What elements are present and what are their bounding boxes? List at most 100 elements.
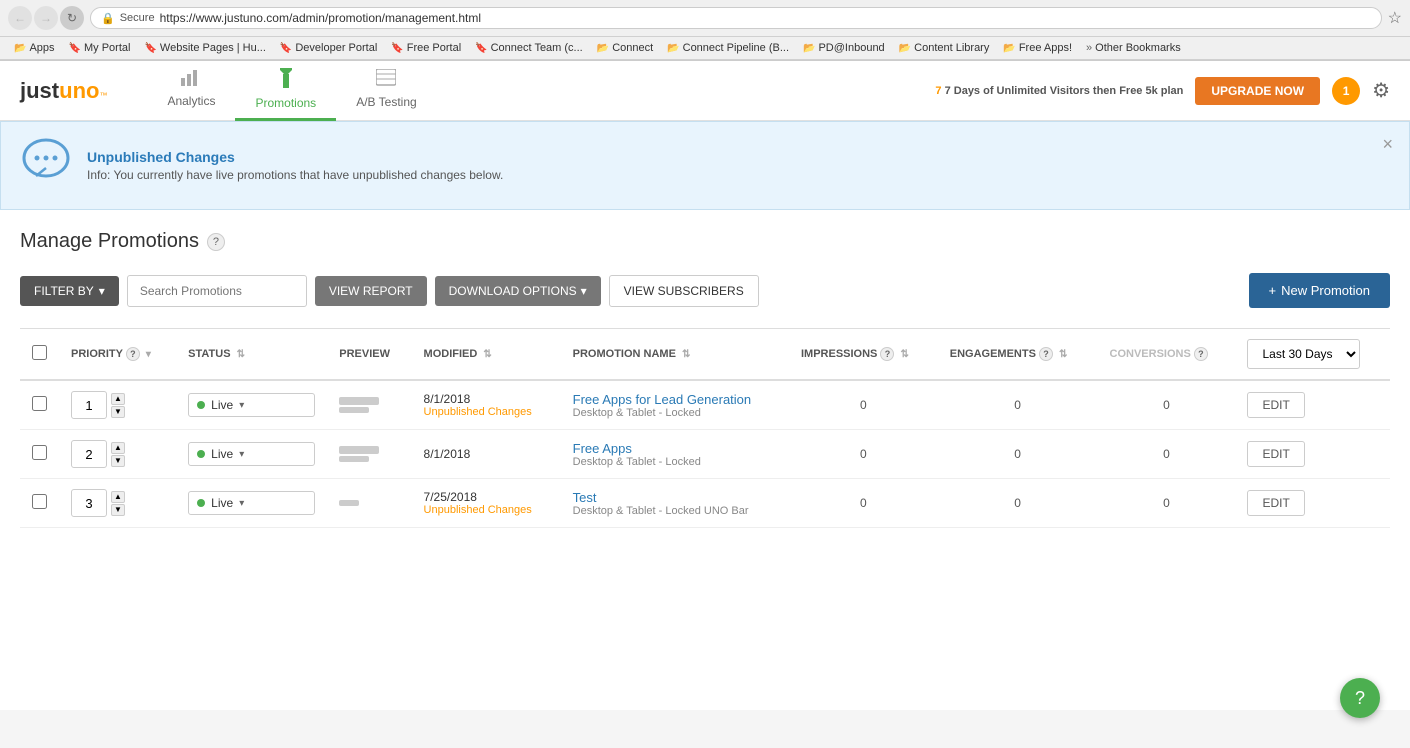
- row2-status-cell: Live ▾: [176, 430, 327, 479]
- th-impressions: IMPRESSIONS ? ⇅: [789, 329, 938, 381]
- bookmark-developer-portal[interactable]: 🔖 Developer Portal: [274, 40, 383, 56]
- more-bookmarks-label: »: [1086, 42, 1092, 54]
- row1-status-cell: Live ▾: [176, 380, 327, 430]
- view-report-button[interactable]: VIEW REPORT: [315, 276, 427, 306]
- free-bookmark-icon: 🔖: [391, 43, 403, 54]
- new-promotion-button[interactable]: + New Promotion: [1249, 273, 1390, 308]
- bookmark-content-library[interactable]: 📂 Content Library: [893, 40, 996, 56]
- address-bar[interactable]: 🔒 Secure https://www.justuno.com/admin/p…: [90, 7, 1382, 29]
- row3-priority-input[interactable]: [71, 489, 107, 517]
- status-sort-icon[interactable]: ⇅: [237, 349, 245, 360]
- bookmark-apps[interactable]: 📂 Apps: [8, 40, 61, 56]
- row3-edit-cell: EDIT: [1235, 479, 1390, 528]
- row1-preview-bar1: [339, 397, 379, 405]
- alert-chat-icon: [21, 138, 71, 193]
- reload-button[interactable]: ↻: [60, 6, 84, 30]
- row1-status-select[interactable]: Live ▾: [188, 393, 315, 417]
- row3-conversions-cell: 0: [1098, 479, 1236, 528]
- bookmark-website-pages[interactable]: 🔖 Website Pages | Hu...: [138, 40, 271, 56]
- select-all-checkbox[interactable]: [32, 345, 47, 360]
- row1-checkbox[interactable]: [32, 396, 47, 411]
- row3-preview-bar: [339, 500, 359, 506]
- tab-ab-testing[interactable]: A/B Testing: [336, 61, 436, 121]
- row1-edit-button[interactable]: EDIT: [1247, 392, 1304, 418]
- th-engagements: ENGAGEMENTS ? ⇅: [938, 329, 1098, 381]
- tab-analytics[interactable]: Analytics: [147, 61, 235, 121]
- priority-sort-icon[interactable]: ▾: [146, 349, 151, 360]
- promotions-icon: [278, 68, 294, 93]
- bookmark-my-portal[interactable]: 🔖 My Portal: [63, 40, 137, 56]
- row2-priority-input[interactable]: [71, 440, 107, 468]
- pipeline-bookmark-icon: 📂: [667, 43, 679, 54]
- row1-priority-control: ▲ ▼: [71, 391, 164, 419]
- row2-status-select[interactable]: Live ▾: [188, 442, 315, 466]
- row3-checkbox[interactable]: [32, 494, 47, 509]
- bookmark-free-portal[interactable]: 🔖 Free Portal: [385, 40, 467, 56]
- th-preview-label: PREVIEW: [339, 348, 390, 360]
- notification-badge[interactable]: 1: [1332, 77, 1360, 105]
- row1-preview-cell: [327, 380, 411, 430]
- alert-close-button[interactable]: ×: [1382, 134, 1393, 155]
- row1-priority-up[interactable]: ▲: [111, 393, 125, 405]
- row3-status-select[interactable]: Live ▾: [188, 491, 315, 515]
- modified-sort-icon[interactable]: ⇅: [483, 349, 491, 360]
- table-row: ▲ ▼ Live ▾: [20, 479, 1390, 528]
- alert-banner: Unpublished Changes Info: You currently …: [0, 121, 1410, 210]
- row2-priority-cell: ▲ ▼: [59, 430, 176, 479]
- row1-priority-down[interactable]: ▼: [111, 406, 125, 418]
- bookmark-pd-inbound[interactable]: 📂 PD@Inbound: [797, 40, 891, 56]
- search-input[interactable]: [127, 275, 307, 307]
- row3-promotion-name[interactable]: Test: [573, 490, 777, 505]
- row2-promotion-name[interactable]: Free Apps: [573, 441, 777, 456]
- row2-priority-down[interactable]: ▼: [111, 455, 125, 467]
- row1-edit-cell: EDIT: [1235, 380, 1390, 430]
- row3-preview-image: [339, 500, 399, 506]
- priority-help-icon[interactable]: ?: [126, 347, 140, 361]
- row3-priority-up[interactable]: ▲: [111, 491, 125, 503]
- bookmark-more[interactable]: » Other Bookmarks: [1080, 40, 1187, 56]
- bookmark-free-apps[interactable]: 📂 Free Apps!: [997, 40, 1078, 56]
- row1-preview-image: [339, 397, 399, 413]
- row2-edit-cell: EDIT: [1235, 430, 1390, 479]
- date-filter-select[interactable]: Last 30 Days Last 7 Days Last 90 Days: [1247, 339, 1360, 369]
- star-icon[interactable]: ☆: [1388, 8, 1402, 28]
- upgrade-notice: 7 7 Days of Unlimited Visitors then Free…: [935, 85, 1183, 97]
- row3-priority-cell: ▲ ▼: [59, 479, 176, 528]
- conversions-help-icon[interactable]: ?: [1194, 347, 1208, 361]
- engagements-sort-icon[interactable]: ⇅: [1059, 349, 1067, 360]
- row2-edit-button[interactable]: EDIT: [1247, 441, 1304, 467]
- analytics-icon: [181, 70, 201, 91]
- back-button[interactable]: ←: [8, 6, 32, 30]
- engagements-help-icon[interactable]: ?: [1039, 347, 1053, 361]
- promotion-name-sort-icon[interactable]: ⇅: [682, 349, 690, 360]
- tab-promotions[interactable]: Promotions: [235, 61, 336, 121]
- row3-edit-button[interactable]: EDIT: [1247, 490, 1304, 516]
- row2-checkbox[interactable]: [32, 445, 47, 460]
- page-title-help-icon[interactable]: ?: [207, 233, 225, 251]
- filter-by-button[interactable]: FILTER BY ▾: [20, 276, 119, 306]
- impressions-sort-icon[interactable]: ⇅: [901, 349, 909, 360]
- row1-priority-input[interactable]: [71, 391, 107, 419]
- th-date-filter: Last 30 Days Last 7 Days Last 90 Days: [1235, 329, 1390, 381]
- download-options-button[interactable]: DOWNLOAD OPTIONS ▾: [435, 276, 601, 306]
- row2-preview-image: [339, 446, 399, 462]
- bookmark-connect-pipeline[interactable]: 📂 Connect Pipeline (B...: [661, 40, 795, 56]
- impressions-help-icon[interactable]: ?: [880, 347, 894, 361]
- connect-bookmark-icon: 🔖: [475, 43, 487, 54]
- row1-promotion-name[interactable]: Free Apps for Lead Generation: [573, 392, 777, 407]
- view-report-label: VIEW REPORT: [329, 284, 413, 298]
- row2-priority-up[interactable]: ▲: [111, 442, 125, 454]
- row1-modified-cell: 8/1/2018 Unpublished Changes: [412, 380, 561, 430]
- upgrade-button[interactable]: UPGRADE NOW: [1195, 77, 1320, 105]
- bookmark-connect[interactable]: 📂 Connect: [591, 40, 659, 56]
- float-help-button[interactable]: ?: [1340, 678, 1380, 718]
- bookmark-connect-team[interactable]: 🔖 Connect Team (c...: [469, 40, 589, 56]
- logo[interactable]: justuno™: [20, 78, 107, 104]
- view-subscribers-button[interactable]: VIEW SUBSCRIBERS: [609, 275, 759, 307]
- browser-chrome: ← → ↻ 🔒 Secure https://www.justuno.com/a…: [0, 0, 1410, 61]
- row3-impressions-cell: 0: [789, 479, 938, 528]
- th-status: STATUS ⇅: [176, 329, 327, 381]
- forward-button[interactable]: →: [34, 6, 58, 30]
- row3-priority-down[interactable]: ▼: [111, 504, 125, 516]
- settings-icon[interactable]: ⚙: [1372, 78, 1390, 103]
